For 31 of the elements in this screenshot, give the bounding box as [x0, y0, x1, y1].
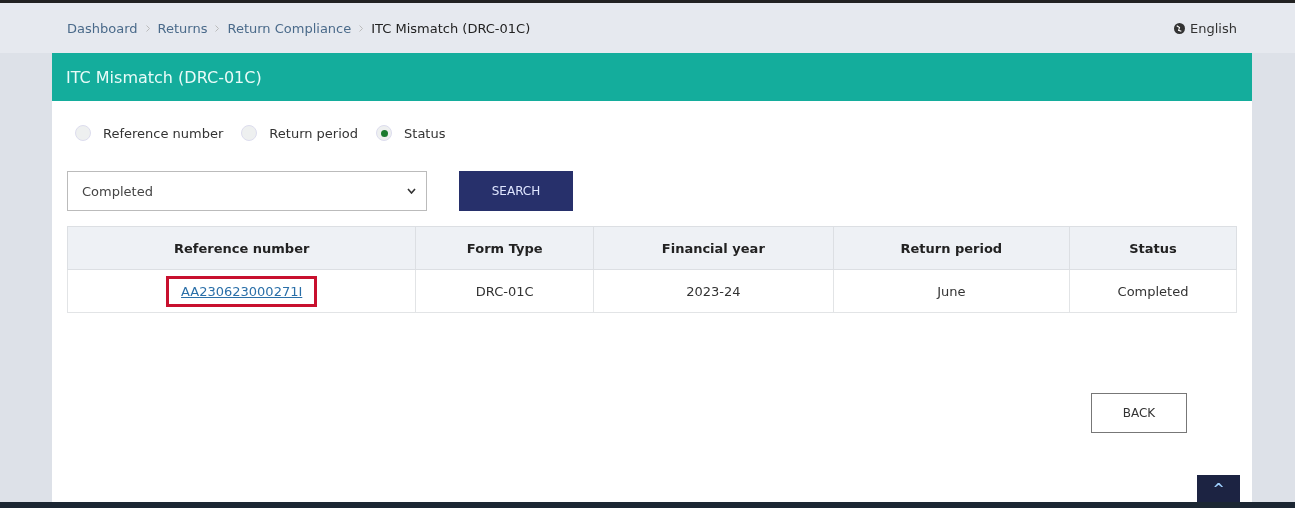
search-button[interactable]: SEARCH [459, 171, 573, 211]
globe-icon [1174, 22, 1186, 34]
radio-label: Reference number [103, 125, 224, 141]
breadcrumb-link[interactable]: Return Compliance [227, 20, 352, 36]
table-cell: DRC-01C [415, 269, 594, 313]
column-header: Status [1069, 226, 1237, 270]
chevron-down-icon [407, 188, 416, 194]
table-cell: Completed [1069, 269, 1237, 313]
radio-label: Status [404, 125, 446, 141]
breadcrumb-link[interactable]: Returns [157, 20, 208, 36]
breadcrumb-separator-icon [215, 24, 220, 32]
table-cell: June [833, 269, 1070, 313]
breadcrumb-link[interactable]: Dashboard [67, 20, 138, 36]
column-header: Reference number [67, 226, 416, 270]
column-header: Form Type [415, 226, 594, 270]
status-dropdown[interactable]: Completed [67, 171, 427, 211]
breadcrumb-separator-icon [359, 24, 364, 32]
panel-title: ITC Mismatch (DRC-01C) [52, 53, 1252, 101]
column-header: Return period [833, 226, 1070, 270]
column-header: Financial year [593, 226, 834, 270]
radio-label: Return period [269, 125, 359, 141]
breadcrumb-link[interactable]: ITC Mismatch (DRC-01C) [371, 20, 531, 36]
radio-button[interactable] [376, 125, 393, 141]
radio-button[interactable] [241, 125, 258, 141]
table-cell: 2023-24 [593, 269, 834, 313]
back-button[interactable]: BACK [1091, 393, 1187, 433]
radio-button[interactable] [75, 125, 91, 141]
language-link[interactable]: English [1174, 20, 1237, 36]
reference-link[interactable]: AA230623000271I [166, 275, 318, 307]
breadcrumb-separator-icon [145, 24, 150, 32]
scroll-top-button[interactable]: ^ [1197, 475, 1240, 502]
